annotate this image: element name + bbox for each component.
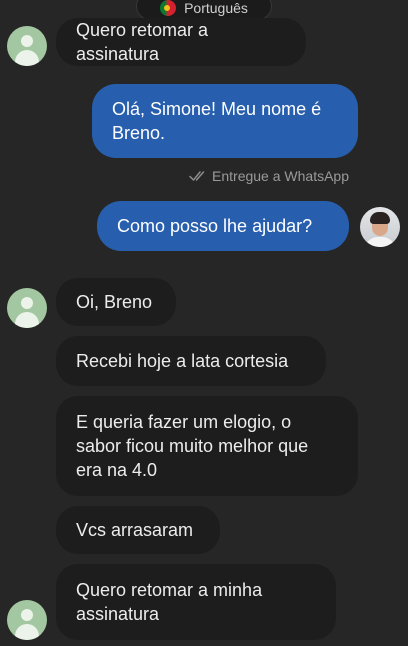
language-selector[interactable]: Português: [136, 0, 272, 20]
incoming-message: Recebi hoje a lata cortesia: [56, 336, 326, 386]
incoming-message: Quero retomar a assinatura: [56, 18, 306, 66]
language-label: Português: [184, 0, 248, 16]
double-check-icon: [189, 171, 205, 181]
outgoing-message: Como posso lhe ajudar?: [97, 201, 349, 251]
portugal-flag-icon: [160, 0, 177, 16]
incoming-message: Quero retomar a minha assinatura: [56, 564, 336, 640]
incoming-message: Oi, Breno: [56, 278, 176, 326]
incoming-message: E queria fazer um elogio, o sabor ficou …: [56, 396, 358, 496]
contact-avatar[interactable]: [7, 26, 47, 66]
outgoing-message: Olá, Simone! Meu nome é Breno.: [92, 84, 358, 158]
agent-avatar[interactable]: [360, 207, 400, 247]
avatar-hair: [370, 212, 390, 224]
contact-avatar[interactable]: [7, 600, 47, 640]
delivery-status: Entregue a WhatsApp: [189, 168, 349, 184]
contact-avatar[interactable]: [7, 288, 47, 328]
avatar-shirt: [364, 237, 396, 247]
incoming-message: Vcs arrasaram: [56, 506, 220, 554]
delivery-status-text: Entregue a WhatsApp: [212, 168, 349, 184]
